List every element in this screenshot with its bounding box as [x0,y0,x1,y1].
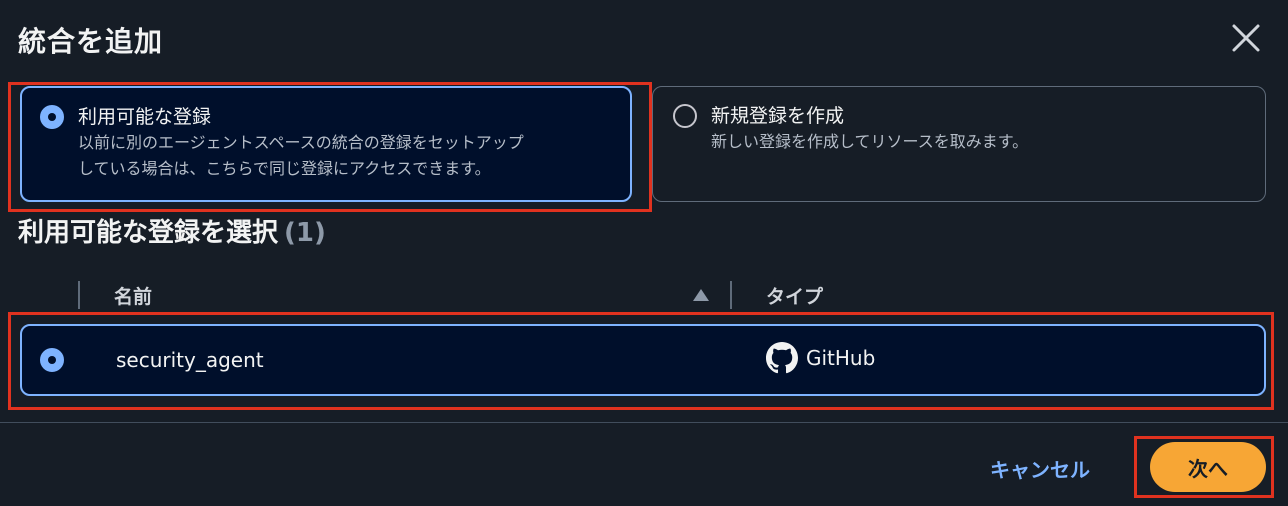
section-count: (1) [284,218,326,248]
option-create-registration[interactable]: 新規登録を作成 新しい登録を作成してリソースを取みます。 [652,86,1266,202]
column-header-type[interactable]: タイプ [766,282,823,309]
github-icon [766,342,798,374]
column-header-name[interactable]: 名前 [114,282,152,309]
option-description-line-2: している場合は、こちらで同じ登録にアクセスできます。 [78,159,491,178]
footer-divider [0,422,1288,423]
option-label: 利用可能な登録 [78,106,212,128]
registration-name: security_agent [116,348,264,372]
table-row[interactable]: security_agent GitHub [20,324,1266,396]
close-button[interactable] [1228,20,1264,56]
radio-available-registration[interactable] [40,105,64,129]
registration-type: GitHub [806,346,876,370]
option-available-registration[interactable]: 利用可能な登録 以前に別のエージェントスペースの統合の登録をセットアップ してい… [20,86,632,202]
option-description-line-1: 新しい登録を作成してリソースを取みます。 [711,132,1029,151]
option-label: 新規登録を作成 [711,105,845,127]
column-separator[interactable] [730,281,732,309]
row-radio[interactable] [40,348,64,372]
option-description-line-1: 以前に別のエージェントスペースの統合の登録をセットアップ [78,133,524,152]
column-separator [78,281,80,309]
section-title: 利用可能な登録を選択 (1) [18,212,326,249]
add-integration-modal: 統合を追加 利用可能な登録 以前に別のエージェントスペースの統合の登録をセットア… [0,0,1288,506]
sort-ascending-icon[interactable] [692,288,710,302]
next-button[interactable]: 次へ [1150,442,1266,492]
close-icon [1232,24,1260,52]
radio-create-registration[interactable] [673,104,697,128]
cancel-button[interactable]: キャンセル [990,454,1090,483]
modal-title: 統合を追加 [18,25,164,58]
section-title-text: 利用可能な登録を選択 [18,218,279,248]
